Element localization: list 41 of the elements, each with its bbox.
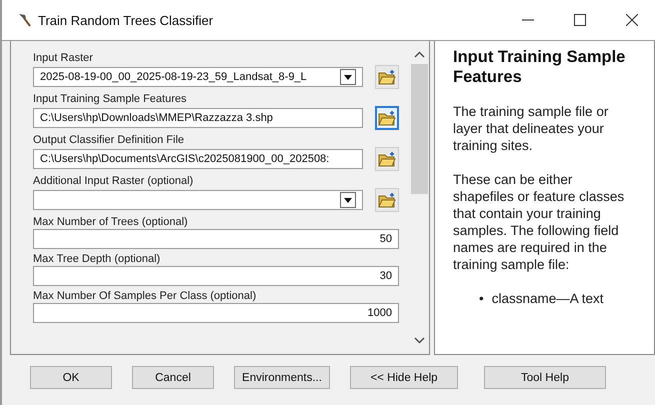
scroll-thumb[interactable] [410, 64, 428, 194]
help-title: Input Training Sample Features [453, 47, 626, 87]
browse-button[interactable] [375, 147, 399, 171]
field-label: Input Raster [33, 51, 94, 65]
dialog-button[interactable]: << Hide Help [350, 366, 458, 389]
field-label: Additional Input Raster (optional) [33, 174, 194, 188]
dropdown-field[interactable]: 2025-08-19-00_00_2025-08-19-23_59_Landsat_8-9_L [33, 67, 363, 87]
folder-icon [378, 69, 396, 85]
dialog-button[interactable]: Environments... [234, 366, 330, 389]
field-label: Max Number Of Samples Per Class (optional) [33, 289, 258, 303]
field-label: Input Training Sample Features [33, 92, 188, 106]
input-field[interactable]: C:\Users\hp\Downloads\MMEP\Razzazza 3.shp [33, 108, 363, 128]
scroll-up-icon [414, 51, 424, 58]
maximize-icon [574, 14, 586, 26]
browse-button[interactable] [375, 188, 399, 212]
help-paragraph: The training sample file or layer that delineates your training sites. [453, 103, 610, 154]
field-label: Max Tree Depth (optional) [33, 252, 162, 266]
number-field[interactable]: 50 [33, 229, 399, 249]
window-title: Train Random Trees Classifier [38, 12, 214, 28]
field-label: Max Number of Trees (optional) [33, 215, 189, 229]
folder-icon [378, 151, 396, 167]
dialog-button[interactable]: Cancel [132, 366, 214, 389]
browse-button[interactable] [375, 65, 399, 89]
bullet-marker: • [479, 290, 484, 307]
dropdown-caret-icon [344, 198, 352, 202]
field-label: Output Classifier Definition File [33, 133, 186, 147]
number-field[interactable]: 1000 [33, 303, 399, 323]
scroll-down-icon [414, 337, 424, 344]
folder-icon [378, 192, 396, 208]
dropdown-caret-icon [344, 74, 352, 80]
dropdown-field[interactable] [33, 190, 363, 210]
dialog-button[interactable]: OK [30, 366, 112, 389]
input-field[interactable]: C:\Users\hp\Documents\ArcGIS\c2025081900_00_202508: [33, 149, 363, 169]
browse-button[interactable] [375, 106, 399, 130]
help-paragraph: These can be either shapefiles or feature classes that contain your training samples. The following field names are required in the training sample file: [453, 171, 626, 273]
folder-icon [378, 110, 396, 126]
help-bullet-text: classname—A text [492, 290, 604, 307]
close-icon [626, 14, 638, 26]
dialog-button[interactable]: Tool Help [484, 366, 606, 389]
minimize-icon [522, 19, 534, 21]
number-field[interactable]: 30 [33, 266, 399, 286]
